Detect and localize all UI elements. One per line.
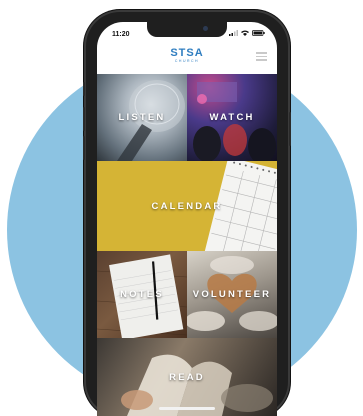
- phone-volume-up-button: [83, 107, 85, 131]
- tile-label-volunteer: VOLUNTEER: [192, 289, 272, 300]
- hamburger-menu-icon[interactable]: [256, 52, 267, 63]
- church-logo[interactable]: STSA: [97, 48, 277, 59]
- phone-frame: 11:20 STSA CHURCH LISTEN WATCH CALENDAR …: [83, 12, 291, 416]
- battery-icon: [252, 30, 265, 36]
- tile-label-read: READ: [169, 371, 205, 383]
- phone-notch: [147, 22, 227, 37]
- front-camera: [203, 26, 208, 31]
- tile-grid: LISTEN WATCH CALENDAR NOTES VOLUNTEER RE…: [97, 74, 277, 416]
- phone-mute-switch: [83, 82, 85, 96]
- tile-watch[interactable]: WATCH: [187, 74, 277, 161]
- status-time: 11:20: [112, 31, 130, 38]
- tile-label-calendar: CALENDAR: [151, 200, 223, 212]
- tile-calendar[interactable]: CALENDAR: [97, 161, 277, 251]
- tile-listen[interactable]: LISTEN: [97, 74, 187, 161]
- home-indicator[interactable]: [159, 407, 215, 410]
- status-icons: [229, 30, 265, 36]
- tile-read[interactable]: READ: [97, 338, 277, 416]
- phone-volume-down-button: [83, 136, 85, 160]
- phone-power-button: [289, 112, 291, 146]
- phone-screen: 11:20 STSA CHURCH LISTEN WATCH CALENDAR …: [97, 22, 277, 416]
- tile-notes[interactable]: NOTES: [97, 251, 187, 338]
- tile-volunteer[interactable]: VOLUNTEER: [187, 251, 277, 338]
- signal-icon: [229, 30, 238, 36]
- church-logo-subtext: CHURCH: [174, 59, 200, 63]
- tile-label-notes: NOTES: [120, 289, 164, 300]
- tile-label-listen: LISTEN: [118, 112, 166, 123]
- wifi-icon: [241, 30, 249, 36]
- tile-label-watch: WATCH: [209, 112, 255, 123]
- app-header: STSA CHURCH: [97, 44, 277, 74]
